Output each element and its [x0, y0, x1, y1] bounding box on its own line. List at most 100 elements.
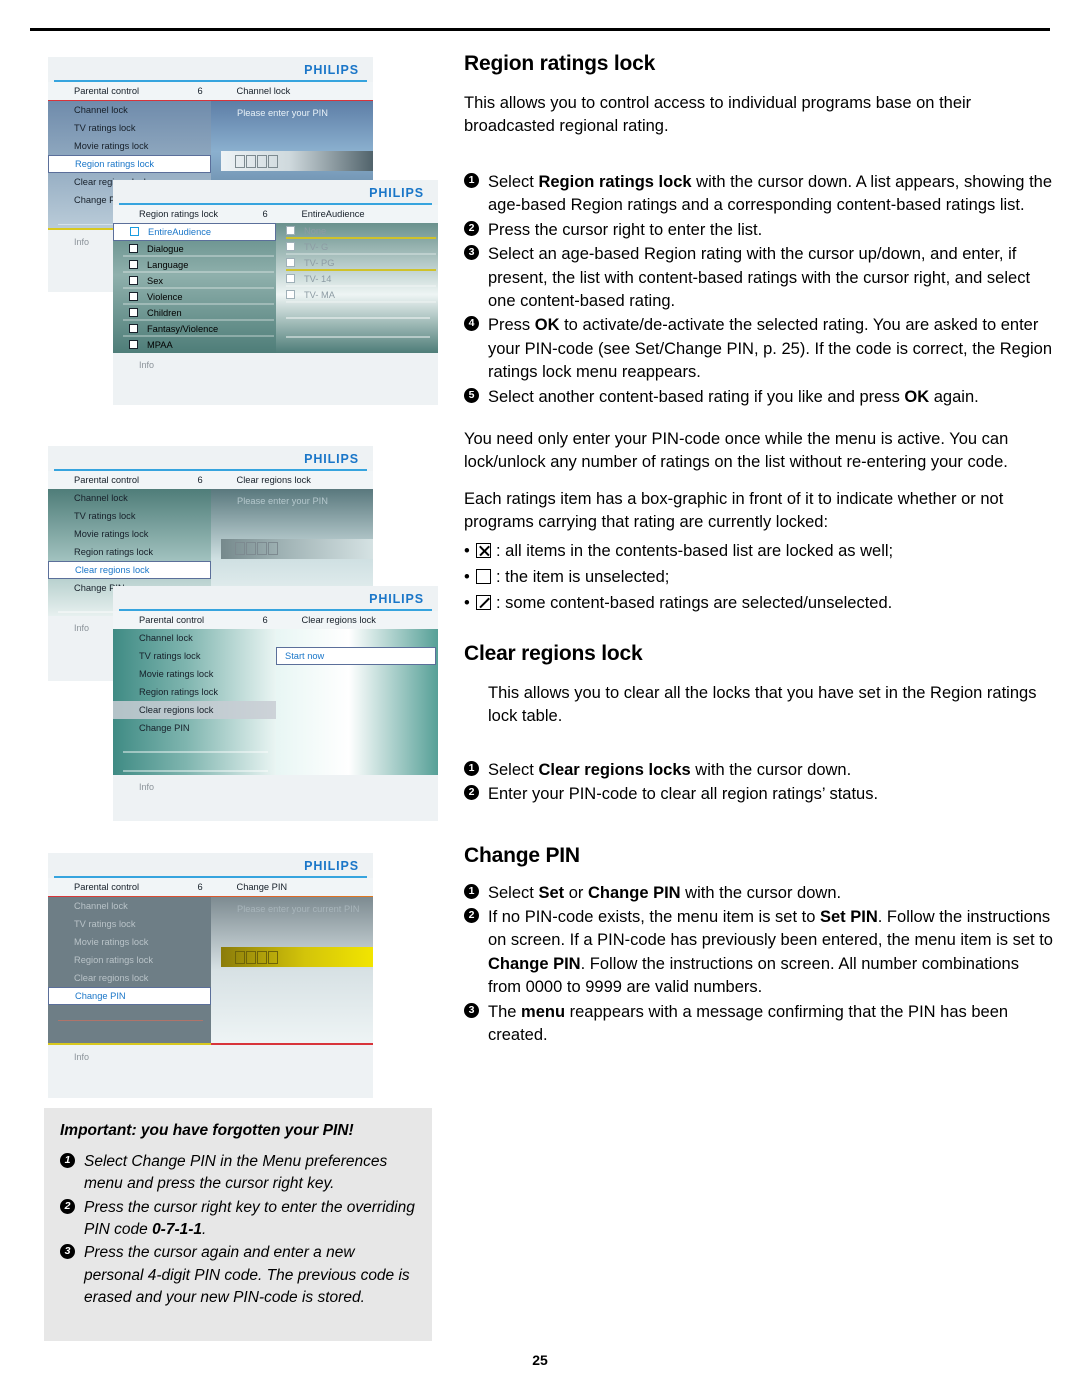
rating-item-children[interactable]: Children [113, 305, 276, 321]
pin-cell[interactable] [257, 542, 267, 556]
info-label: Info [74, 1051, 90, 1062]
checkbox-icon[interactable] [129, 260, 138, 270]
step-text: Select Clear regions locks with the curs… [488, 760, 852, 779]
checkbox-icon[interactable] [286, 258, 295, 268]
breadcrumb-left: Region ratings lock [139, 208, 219, 219]
menu-item-region-ratings-lock[interactable]: Region ratings lock [48, 543, 211, 561]
menu-body: EntireAudience Dialogue Language Sex Vio… [113, 222, 438, 353]
pin-cell[interactable] [257, 154, 267, 168]
accent-line-bottom [48, 1043, 211, 1045]
rating-item-sex[interactable]: Sex [113, 273, 276, 289]
menu-item-change-pin[interactable]: Change PIN [48, 987, 211, 1006]
breadcrumb-number: 6 [197, 85, 203, 96]
content-rating-label: TV- G [304, 241, 329, 252]
breadcrumb-left: Parental control [74, 474, 140, 485]
menu-item-channel-lock[interactable]: Channel lock [48, 101, 211, 119]
menu-item-tv-ratings-lock[interactable]: TV ratings lock [48, 915, 211, 933]
pin-cell[interactable] [235, 950, 245, 964]
menu-item-region-ratings-lock[interactable]: Region ratings lock [48, 155, 211, 174]
step-text: The menu reappears with a message confir… [488, 1002, 1009, 1045]
pin-cell[interactable] [246, 154, 256, 168]
rating-item-language[interactable]: Language [113, 257, 276, 273]
content-rating-tv-g[interactable]: TV- G [276, 239, 438, 255]
menu-item-movie-ratings-lock[interactable]: Movie ratings lock [48, 525, 211, 543]
content-rating-tv-pg[interactable]: TV- PG [276, 255, 438, 271]
checkbox-icon[interactable] [286, 274, 295, 284]
menu-item-channel-lock[interactable]: Channel lock [48, 897, 211, 915]
start-now-button[interactable]: Start now [276, 646, 436, 665]
checkbox-icon[interactable] [129, 340, 138, 350]
pin-cell[interactable] [268, 154, 278, 168]
menu-item-tv-ratings-lock[interactable]: TV ratings lock [48, 119, 211, 137]
breadcrumb: Parental control 6 Clear regions lock [113, 610, 438, 629]
menu-item-channel-lock[interactable]: Channel lock [48, 489, 211, 507]
breadcrumb-left: Parental control [74, 85, 140, 96]
step-number-icon: 1 [60, 1153, 75, 1168]
breadcrumb-left: Parental control [74, 881, 140, 892]
menu-item-movie-ratings-lock[interactable]: Movie ratings lock [48, 933, 211, 951]
pin-entry-field[interactable] [221, 151, 373, 172]
content-rating-tv-14[interactable]: TV- 14 [276, 271, 438, 287]
step-item: 3 Select an age-based Region rating with… [464, 243, 1054, 313]
pin-entry-field[interactable] [221, 538, 373, 559]
info-label: Info [139, 781, 155, 792]
content-rating-tv-ma[interactable]: TV- MA [276, 287, 438, 303]
checkbox-icon[interactable] [129, 324, 138, 334]
menu-item-tv-ratings-lock[interactable]: TV ratings lock [113, 647, 276, 665]
rating-label: Children [147, 307, 182, 318]
menu-item-region-ratings-lock[interactable]: Region ratings lock [48, 951, 211, 969]
checkbox-icon[interactable] [286, 242, 295, 252]
rating-item-entireaudience[interactable]: EntireAudience [113, 222, 276, 241]
step-number-icon: 3 [60, 1244, 75, 1260]
breadcrumb: Region ratings lock 6 EntireAudience [113, 204, 438, 223]
menu-item-tv-ratings-lock[interactable]: TV ratings lock [48, 507, 211, 525]
rating-item-dialogue[interactable]: Dialogue [113, 241, 276, 257]
breadcrumb-right: Channel lock [236, 85, 291, 96]
breadcrumb-right: EntireAudience [301, 208, 365, 219]
checkbox-icon[interactable] [129, 308, 138, 318]
pin-cell[interactable] [246, 542, 256, 556]
pin-entry-field[interactable] [221, 947, 373, 968]
menu-spacer [113, 737, 276, 756]
legend-text: : some content-based ratings are selecte… [496, 593, 893, 612]
rating-item-violence[interactable]: Violence [113, 289, 276, 305]
important-callout: Important: you have forgotten your PIN! … [44, 1108, 432, 1341]
checkbox-icon[interactable] [130, 227, 139, 237]
menu-item-clear-regions-lock[interactable]: Clear regions lock [48, 969, 211, 987]
pin-cell[interactable] [268, 542, 278, 556]
checkbox-icon[interactable] [129, 276, 138, 286]
region-intro: This allows you to control access to ind… [464, 94, 972, 136]
menu-item-channel-lock[interactable]: Channel lock [113, 629, 276, 647]
clear-intro: This allows you to clear all the locks t… [488, 683, 1037, 726]
checkbox-empty-icon [476, 569, 491, 585]
menu-item-clear-regions-lock[interactable]: Clear regions lock [113, 700, 276, 719]
content-spacer [276, 322, 438, 341]
step-item: 1 Select Region ratings lock with the cu… [464, 171, 1054, 218]
menu-body: Channel lock TV ratings lock Movie ratin… [48, 897, 373, 1044]
rating-item-mpaa[interactable]: MPAA [113, 337, 276, 353]
pin-cell[interactable] [257, 950, 267, 964]
important-step: 2 Press the cursor right key to enter th… [60, 1197, 416, 1242]
pin-cell[interactable] [246, 950, 256, 964]
checkbox-icon[interactable] [129, 292, 138, 302]
content-rating-list: None TV- G TV- PG TV- 14 TV- MA [276, 222, 438, 353]
region-steps: 1 Select Region ratings lock with the cu… [464, 171, 1054, 409]
menu-item-movie-ratings-lock[interactable]: Movie ratings lock [113, 665, 276, 683]
step-text: If no PIN-code exists, the menu item is … [488, 908, 1053, 997]
breadcrumb: Parental control 6 Clear regions lock [48, 470, 373, 489]
rating-item-fantasy-violence[interactable]: Fantasy/Violence [113, 321, 276, 337]
pin-cell[interactable] [268, 950, 278, 964]
pin-cell[interactable] [235, 542, 245, 556]
checkbox-icon[interactable] [129, 244, 138, 254]
content-rating-none[interactable]: None [276, 223, 438, 239]
checkbox-icon[interactable] [286, 226, 295, 236]
menu-item-region-ratings-lock[interactable]: Region ratings lock [113, 683, 276, 701]
pin-cell[interactable] [235, 154, 245, 168]
philips-logo: PHILIPS [304, 63, 359, 77]
step-text: Select an age-based Region rating with t… [488, 245, 1031, 310]
menu-item-movie-ratings-lock[interactable]: Movie ratings lock [48, 137, 211, 155]
menu-item-clear-regions-lock[interactable]: Clear regions lock [48, 560, 211, 579]
content-rating-label: TV- PG [304, 257, 335, 268]
checkbox-icon[interactable] [286, 290, 295, 300]
menu-item-change-pin[interactable]: Change PIN [113, 719, 276, 737]
